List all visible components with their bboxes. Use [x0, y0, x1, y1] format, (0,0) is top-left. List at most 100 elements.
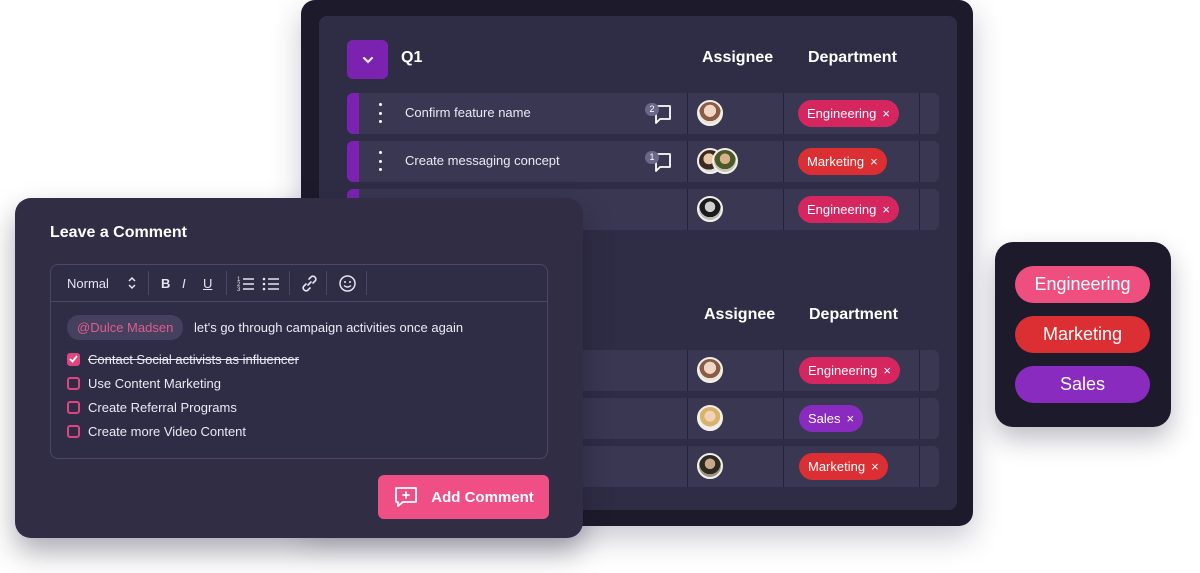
toolbar-divider: [289, 271, 290, 295]
cell-divider: [687, 350, 688, 391]
task-name[interactable]: Create messaging concept: [405, 153, 560, 168]
close-icon[interactable]: ×: [847, 411, 855, 426]
checkbox[interactable]: [67, 424, 80, 438]
avatar[interactable]: [697, 453, 723, 479]
drag-handle-icon[interactable]: [377, 103, 383, 123]
bullet-list-icon[interactable]: [262, 275, 280, 292]
cell-divider: [919, 93, 920, 134]
toolbar-divider: [148, 271, 149, 295]
cell-divider: [919, 398, 920, 439]
palette-option-sales[interactable]: Sales: [1015, 366, 1150, 403]
toolbar-divider: [366, 271, 367, 295]
avatar[interactable]: [697, 196, 723, 222]
cell-divider: [783, 189, 784, 230]
palette-option-engineering[interactable]: Engineering: [1015, 266, 1150, 303]
department-tag-engineering[interactable]: Engineering ×: [798, 100, 899, 127]
emoji-icon[interactable]: [338, 274, 357, 293]
avatar[interactable]: [697, 100, 723, 126]
department-tag-marketing[interactable]: Marketing ×: [799, 453, 888, 480]
svg-text:3: 3: [237, 287, 241, 292]
user-mention[interactable]: @Dulce Madsen: [67, 315, 184, 340]
department-column-header: Department: [809, 306, 898, 323]
close-icon[interactable]: ×: [870, 154, 878, 169]
palette-option-marketing[interactable]: Marketing: [1015, 316, 1150, 353]
checklist-label: Use Content Marketing: [88, 375, 221, 391]
checklist-item[interactable]: Create more Video Content: [67, 422, 246, 440]
add-comment-button[interactable]: Add Comment: [378, 475, 549, 519]
cell-divider: [783, 93, 784, 134]
select-arrows-icon[interactable]: [127, 276, 137, 290]
tag-label: Sales: [808, 411, 841, 426]
checkbox-checked[interactable]: [67, 352, 80, 366]
underline-button[interactable]: U: [203, 276, 212, 291]
leave-comment-card: Leave a Comment Normal B I U 1 2 3 @Dulc…: [15, 198, 583, 538]
add-comment-icon: [395, 487, 418, 507]
table-row[interactable]: Confirm feature name 2 Engineering ×: [347, 93, 939, 134]
comment-card-title: Leave a Comment: [50, 224, 187, 241]
cell-divider: [687, 189, 688, 230]
checklist-label: Create Referral Programs: [88, 399, 237, 415]
row-accent: [347, 93, 359, 134]
close-icon[interactable]: ×: [882, 202, 890, 217]
link-icon[interactable]: [300, 274, 319, 293]
department-tag-engineering[interactable]: Engineering ×: [798, 196, 899, 223]
checkbox[interactable]: [67, 376, 80, 390]
bold-button[interactable]: B: [161, 276, 170, 291]
tag-label: Engineering: [808, 363, 878, 378]
ordered-list-icon[interactable]: 1 2 3: [237, 275, 255, 292]
cell-divider: [919, 141, 920, 182]
editor-toolbar: Normal B I U 1 2 3: [51, 265, 547, 302]
department-column-header: Department: [808, 49, 897, 66]
close-icon[interactable]: ×: [882, 106, 890, 121]
cell-divider: [687, 398, 688, 439]
cell-divider: [783, 141, 784, 182]
checklist-label: Contact Social activists as influencer: [88, 351, 299, 367]
cell-divider: [783, 446, 784, 487]
toolbar-divider: [326, 271, 327, 295]
checklist-item[interactable]: Contact Social activists as influencer: [67, 350, 299, 368]
toolbar-divider: [226, 271, 227, 295]
cell-divider: [783, 398, 784, 439]
avatar[interactable]: [712, 148, 738, 174]
department-tag-marketing[interactable]: Marketing ×: [798, 148, 887, 175]
cell-divider: [783, 350, 784, 391]
chevron-down-icon: [362, 56, 373, 63]
department-tag-palette: Engineering Marketing Sales: [995, 242, 1171, 427]
checklist-item[interactable]: Use Content Marketing: [67, 374, 221, 392]
cell-divider: [687, 93, 688, 134]
row-accent: [347, 141, 359, 182]
task-name[interactable]: Confirm feature name: [405, 105, 531, 120]
cell-divider: [687, 141, 688, 182]
comment-count-badge: 2: [645, 103, 659, 116]
group-collapse-button[interactable]: [347, 40, 388, 79]
checkmark-icon: [69, 355, 78, 363]
cell-divider: [919, 350, 920, 391]
cell-divider: [919, 446, 920, 487]
checklist-label: Create more Video Content: [88, 423, 247, 439]
tag-label: Marketing: [808, 459, 866, 474]
text-style-select[interactable]: Normal: [67, 276, 109, 291]
add-comment-label: Add Comment: [431, 488, 534, 506]
tag-label: Engineering: [807, 202, 877, 217]
close-icon[interactable]: ×: [883, 363, 891, 378]
tag-label: Engineering: [807, 106, 877, 121]
avatar[interactable]: [697, 357, 723, 383]
avatar[interactable]: [697, 405, 723, 431]
comment-message: let's go through campaign activities onc…: [194, 320, 464, 335]
department-tag-engineering[interactable]: Engineering ×: [799, 357, 900, 384]
table-row[interactable]: Create messaging concept 1 Marketing ×: [347, 141, 939, 182]
cell-divider: [687, 446, 688, 487]
tag-label: Marketing: [807, 154, 865, 169]
group-title: Q1: [401, 49, 423, 66]
department-tag-sales[interactable]: Sales ×: [799, 405, 864, 432]
close-icon[interactable]: ×: [871, 459, 879, 474]
checklist-item[interactable]: Create Referral Programs: [67, 398, 237, 416]
drag-handle-icon[interactable]: [377, 151, 383, 171]
comment-count-badge: 1: [645, 151, 659, 164]
assignee-column-header: Assignee: [704, 306, 776, 323]
italic-button[interactable]: I: [182, 276, 186, 291]
assignee-column-header: Assignee: [702, 49, 774, 66]
comment-editor[interactable]: Normal B I U 1 2 3 @Dulce Madsen let's g…: [50, 264, 548, 459]
checkbox[interactable]: [67, 400, 80, 414]
cell-divider: [919, 189, 920, 230]
